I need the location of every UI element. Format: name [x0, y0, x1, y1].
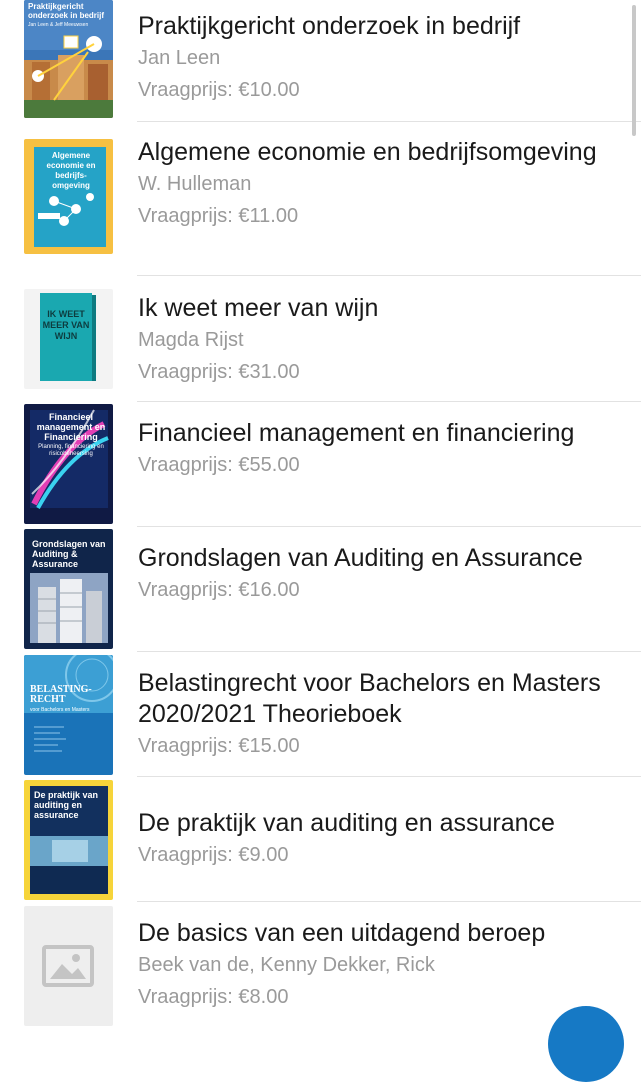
listing-title[interactable]: Grondslagen van Auditing en Assurance [138, 543, 628, 574]
listing-title[interactable]: De praktijk van auditing en assurance [138, 808, 628, 839]
cover-title: Grondslagen van Auditing & Assurance [32, 539, 106, 569]
listing-price: Vraagprijs: €11.00 [138, 205, 299, 227]
listing-title[interactable]: Belastingrecht voor Bachelors en Masters… [138, 668, 628, 730]
listing-author: Magda Rijst [138, 329, 244, 351]
image-placeholder-icon[interactable] [24, 906, 113, 1026]
cover-art [24, 655, 113, 752]
listing-item[interactable]: Praktijkgericht onderzoek in bedrijf Jan… [0, 0, 641, 120]
book-cover-grondslagen-auditing[interactable]: Grondslagen van Auditing & Assurance [24, 529, 113, 649]
listing-title[interactable]: Ik weet meer van wijn [138, 293, 628, 324]
scrollbar[interactable] [632, 5, 636, 136]
placeholder-art [42, 945, 94, 987]
listing-item[interactable]: Algemene economie en bedrijfs-omgeving A… [0, 122, 641, 275]
listing-title[interactable]: Praktijkgericht onderzoek in bedrijf [138, 11, 628, 42]
listing-title[interactable]: Algemene economie en bedrijfsomgeving [138, 137, 628, 168]
cover-subtitle: voor Bachelors en Masters [30, 707, 90, 713]
book-cover-wijn[interactable]: IK WEET MEER VAN WIJN [24, 289, 113, 389]
listing-price: Vraagprijs: €31.00 [138, 361, 300, 383]
listing-item[interactable]: Grondslagen van Auditing & Assurance Gro… [0, 527, 641, 651]
listing-price: Vraagprijs: €9.00 [138, 844, 289, 866]
book-cover-praktijkgericht[interactable]: Praktijkgericht onderzoek in bedrijf Jan… [24, 0, 113, 118]
listing-item[interactable]: BELASTING-RECHT voor Bachelors en Master… [0, 652, 641, 776]
book-cover-praktijk-auditing[interactable]: De praktijk van auditing en assurance [24, 780, 113, 900]
cover-title: BELASTING-RECHT [30, 684, 92, 705]
listing-price: Vraagprijs: €16.00 [138, 579, 300, 601]
cover-subtitle: Jan Leen & Jeff Meeuwsen [28, 22, 89, 28]
listing-author: W. Hulleman [138, 173, 252, 195]
listing-item[interactable]: De basics van een uitdagend beroep Beek … [0, 902, 641, 1026]
listing-price: Vraagprijs: €10.00 [138, 79, 300, 101]
cover-title: Algemene economie en bedrijfs-omgeving [46, 151, 96, 190]
listing-author: Beek van de, Kenny Dekker, Rick [138, 954, 435, 976]
cover-title: De praktijk van auditing en assurance [34, 790, 99, 820]
cover-title: IK WEET MEER VAN WIJN [42, 309, 90, 341]
book-cover-algemene-economie[interactable]: Algemene economie en bedrijfs-omgeving [24, 139, 113, 254]
listing-item[interactable]: IK WEET MEER VAN WIJN Ik weet meer van w… [0, 276, 641, 401]
cover-title: Praktijkgericht onderzoek in bedrijf [28, 2, 105, 20]
cover-subtitle: Planning, financiering en risicobeheersi… [38, 444, 104, 457]
book-cover-financieel-management[interactable]: Financieel management en Financiering Pl… [24, 404, 113, 524]
listing-author: Jan Leen [138, 47, 221, 69]
listing-title[interactable]: De basics van een uitdagend beroep [138, 918, 628, 949]
listing-price: Vraagprijs: €8.00 [138, 986, 289, 1008]
cover-title: Financieel management en Financiering [36, 412, 106, 442]
listing-title[interactable]: Financieel management en financiering [138, 418, 628, 449]
floating-action-button[interactable] [548, 1006, 624, 1082]
listing-price: Vraagprijs: €55.00 [138, 454, 300, 476]
listing-price: Vraagprijs: €15.00 [138, 735, 300, 757]
listing-item[interactable]: De praktijk van auditing en assurance De… [0, 777, 641, 901]
book-cover-belastingrecht[interactable]: BELASTING-RECHT voor Bachelors en Master… [24, 655, 113, 775]
listing-item[interactable]: Financieel management en Financiering Pl… [0, 402, 641, 526]
